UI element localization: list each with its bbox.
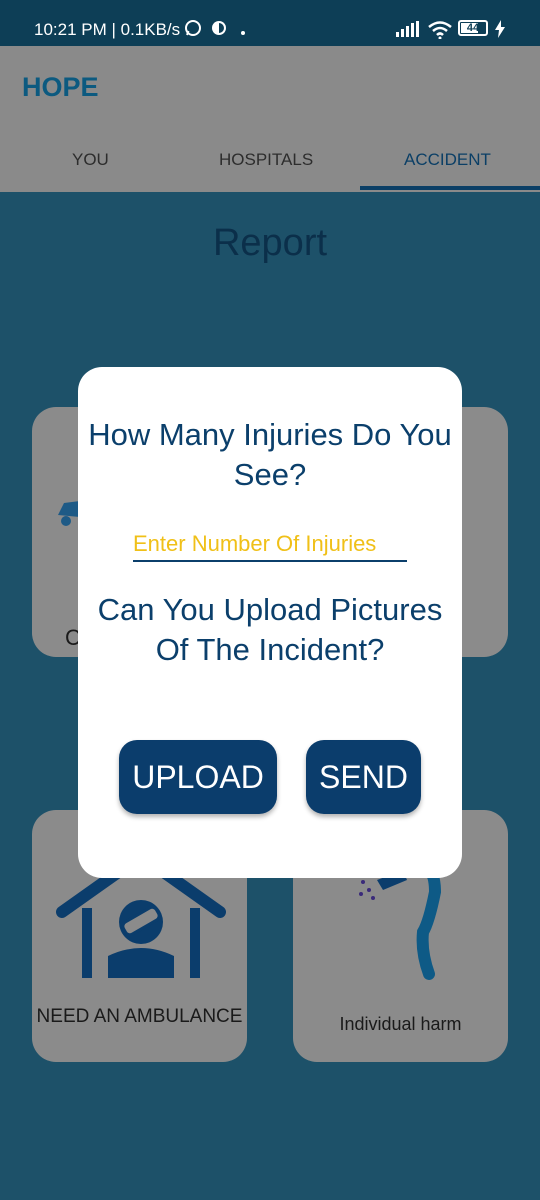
- wifi-icon: [428, 21, 452, 44]
- tab-accident[interactable]: ACCIDENT: [404, 150, 491, 170]
- notification-dot-icon: [240, 21, 246, 41]
- app-bar: HOPE YOU HOSPITALS ACCIDENT: [0, 46, 540, 192]
- data-saver-icon: [210, 19, 228, 42]
- card-label: Individual harm: [339, 1014, 462, 1034]
- page-title: Report: [212, 222, 328, 264]
- app-title: HOPE: [22, 72, 99, 102]
- card-label: NEED AN AMBULANCE: [36, 1006, 243, 1027]
- injuries-count-input[interactable]: [133, 528, 407, 562]
- injuries-question: How Many Injuries Do You See?: [88, 417, 452, 492]
- upload-question: Can You Upload Pictures Of The Incident?: [97, 592, 443, 667]
- battery-level: 44: [466, 22, 480, 34]
- send-button[interactable]: SEND: [306, 740, 421, 814]
- signal-icon: [396, 21, 420, 42]
- upload-button[interactable]: UPLOAD: [119, 740, 277, 814]
- injury-report-dialog: How Many Injuries Do You See? Can You Up…: [78, 367, 462, 878]
- status-bar: 10:21 PM | 0.1KB/s 44: [0, 0, 540, 46]
- status-time: 10:21 PM | 0.1KB/s: [34, 20, 181, 39]
- whatsapp-icon: [184, 19, 202, 42]
- person-attacked-icon: [357, 861, 457, 987]
- tab-hospitals[interactable]: HOSPITALS: [219, 150, 313, 170]
- tab-you[interactable]: YOU: [72, 150, 109, 170]
- tab-indicator: [360, 186, 540, 190]
- battery-icon: 44: [458, 20, 488, 36]
- charging-icon: [494, 20, 506, 43]
